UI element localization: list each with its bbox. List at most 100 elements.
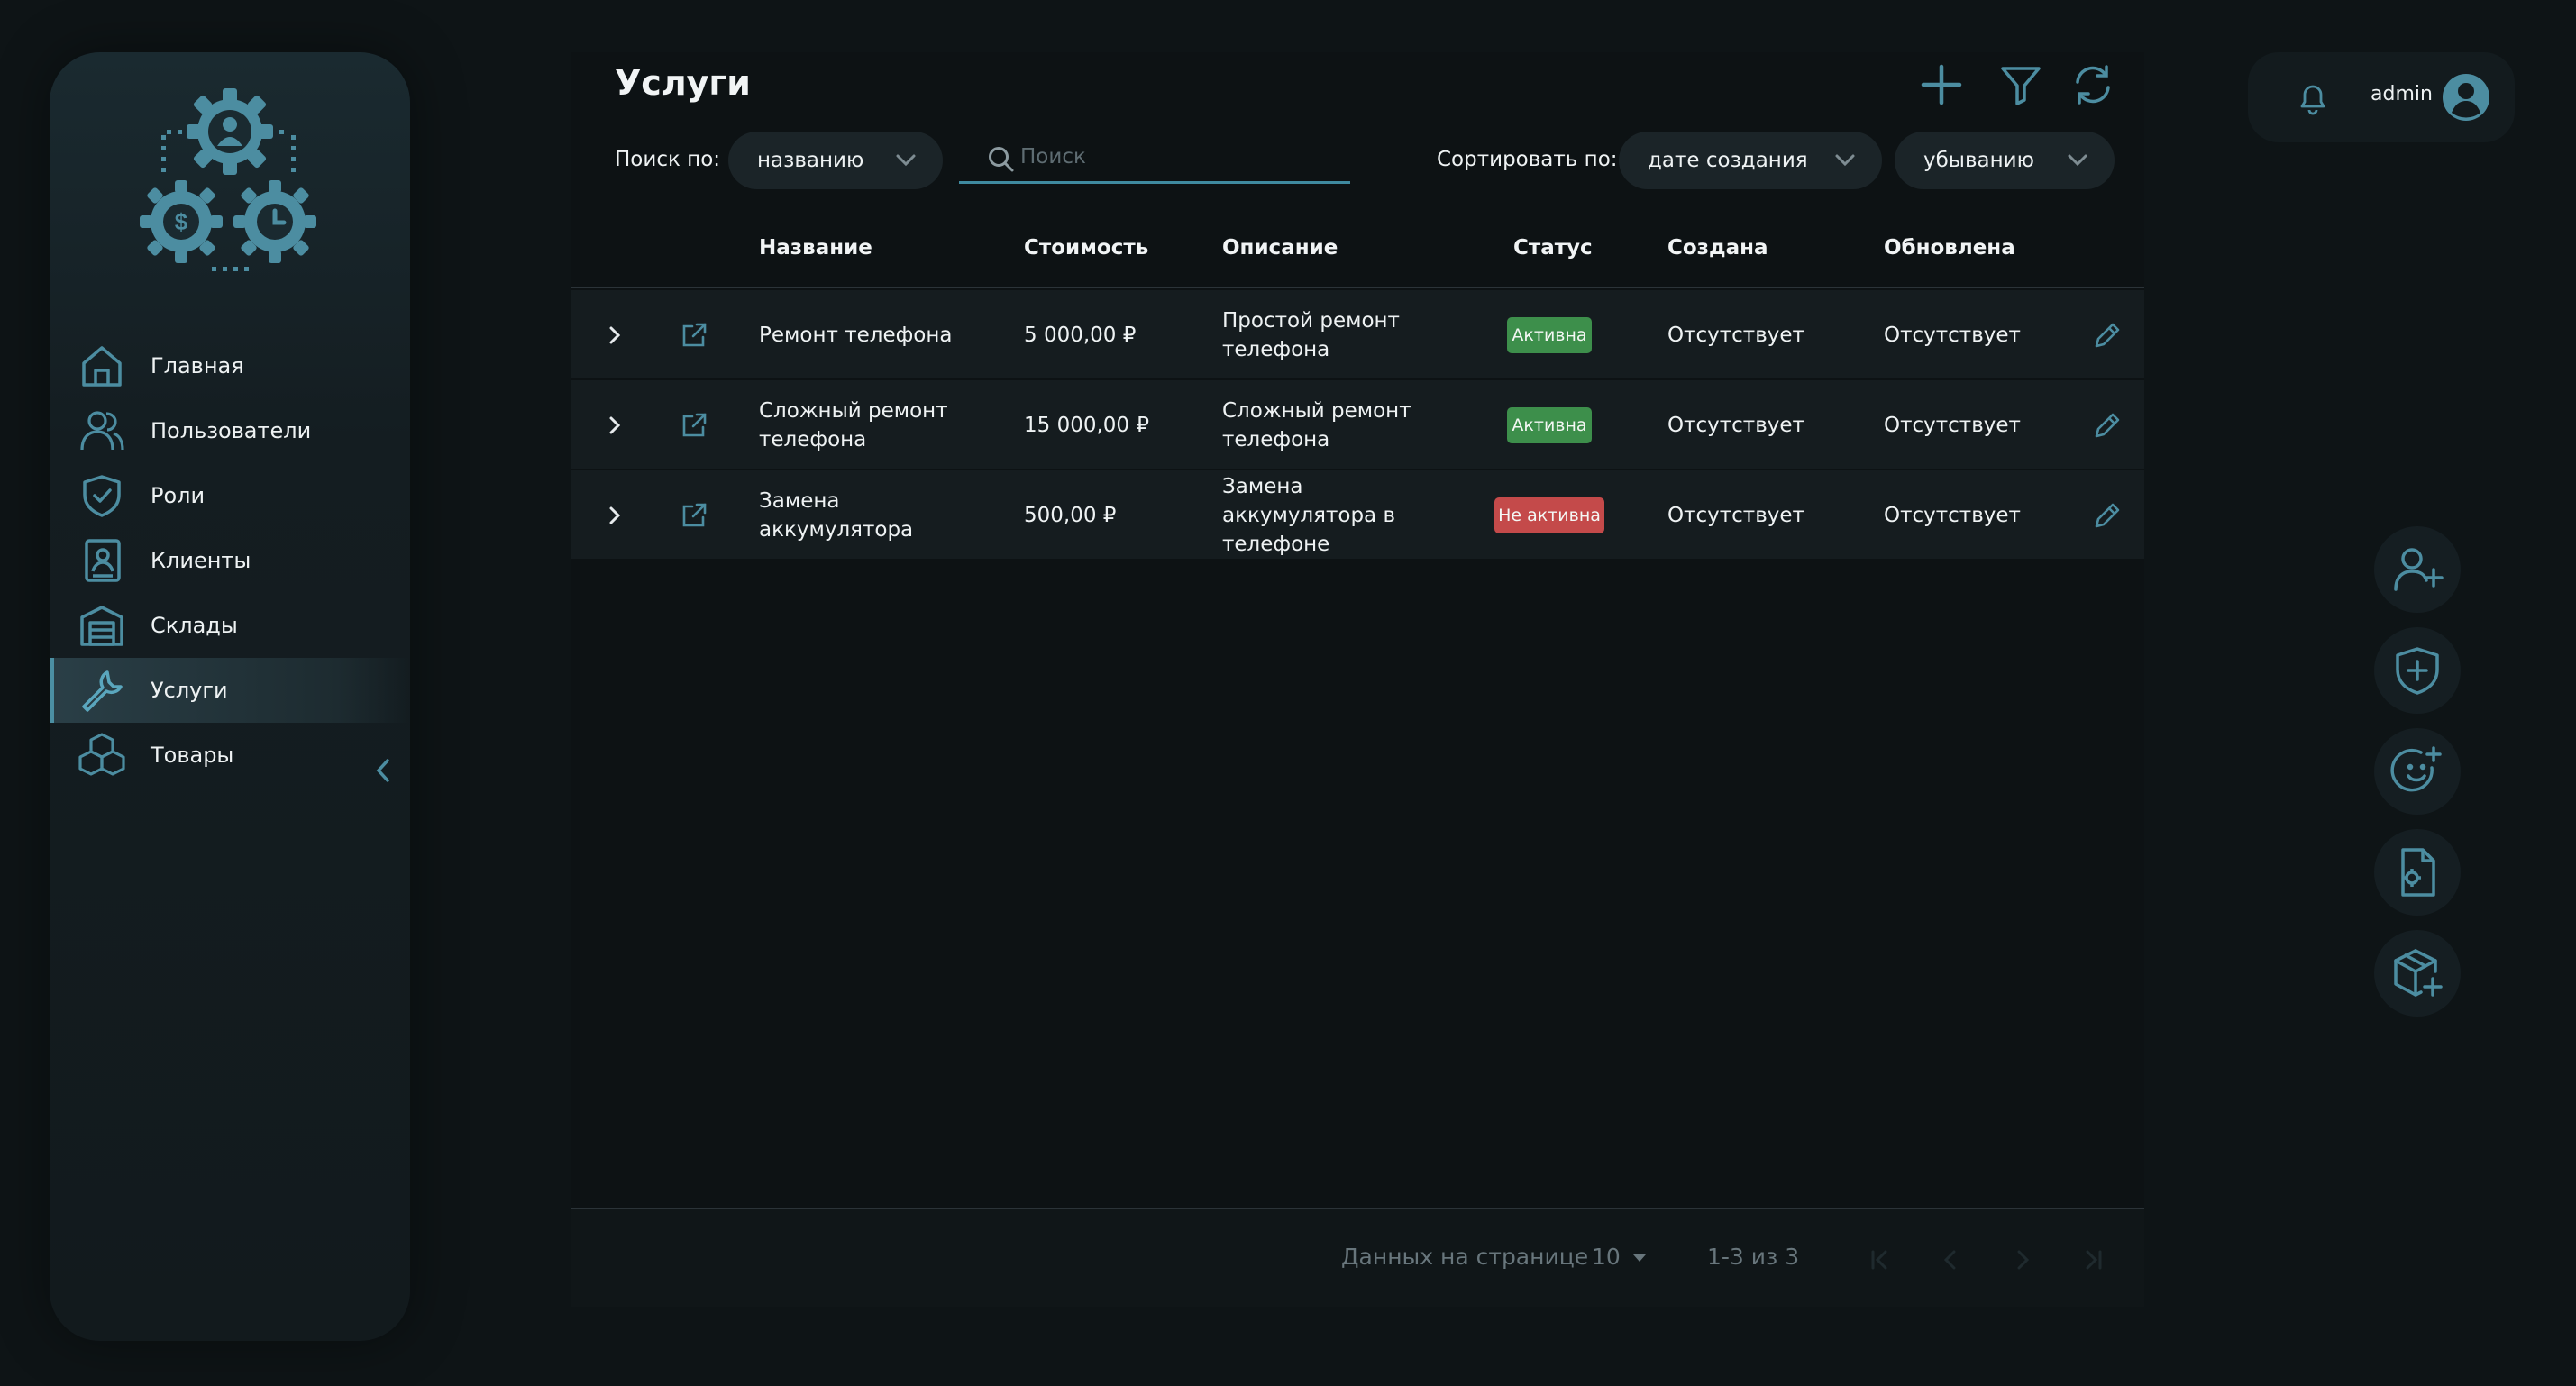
bell-icon	[2300, 85, 2325, 115]
filter-button[interactable]	[1997, 61, 2044, 108]
sidebar-item-clients[interactable]: Клиенты	[50, 528, 410, 593]
sidebar-item-label: Роли	[151, 483, 206, 508]
caret-down-icon	[1632, 1254, 1646, 1262]
pencil-icon	[2095, 413, 2120, 438]
column-header-price[interactable]: Стоимость	[1024, 236, 1148, 260]
add-client-button[interactable]	[2374, 728, 2461, 815]
page-range: 1-3 из 3	[1707, 1244, 1800, 1270]
cell-description: Простой ремонт телефона	[1222, 309, 1400, 361]
chevron-down-icon	[2068, 154, 2087, 167]
cell-name: Замена аккумулятора	[759, 489, 914, 542]
chevron-left-icon	[376, 759, 389, 782]
cell-updated: Отсутствует	[1884, 414, 2021, 437]
sidebar-nav: Главная Пользователи Роли Клиенты Склады	[50, 333, 410, 788]
shield-plus-icon	[2396, 647, 2439, 695]
add-button[interactable]	[1918, 61, 1965, 108]
add-service-button[interactable]	[2374, 829, 2461, 916]
last-page-button[interactable]	[2075, 1242, 2111, 1278]
first-page-button[interactable]	[1862, 1242, 1898, 1278]
edit-row-button[interactable]	[2089, 497, 2125, 533]
chevron-right-icon	[609, 326, 621, 344]
open-external-button[interactable]	[676, 317, 712, 353]
status-badge: Не активна	[1494, 497, 1604, 533]
page-title: Услуги	[615, 63, 751, 103]
column-header-name[interactable]: Название	[759, 236, 872, 260]
sidebar-item-products[interactable]: Товары	[50, 723, 410, 788]
cell-price: 5 000,00 ₽	[1024, 324, 1137, 347]
sidebar-item-label: Услуги	[151, 678, 228, 703]
chevron-down-icon	[896, 154, 916, 167]
user-menu: admin	[2248, 52, 2515, 142]
search-by-label: Поиск по:	[615, 148, 721, 171]
cell-created: Отсутствует	[1667, 414, 1804, 437]
last-page-icon	[2086, 1250, 2102, 1270]
chevron-right-icon	[609, 506, 621, 524]
chevron-right-icon	[609, 416, 621, 434]
shield-check-icon	[78, 472, 125, 519]
avatar[interactable]	[2441, 72, 2491, 126]
add-role-button[interactable]	[2374, 627, 2461, 714]
cell-name: Сложный ремонт телефона	[759, 399, 948, 451]
table-header: Название Стоимость Описание Статус Созда…	[571, 214, 2144, 288]
refresh-button[interactable]	[2069, 61, 2116, 108]
status-badge: Активна	[1507, 407, 1592, 443]
previous-page-button[interactable]	[1932, 1242, 1969, 1278]
rows-per-page-select[interactable]: 10	[1592, 1244, 1651, 1270]
cell-name: Ремонт телефона	[759, 324, 953, 347]
table-row[interactable]: Сложный ремонт телефона 15 000,00 ₽ Сложн…	[571, 380, 2144, 470]
search-by-select[interactable]: названию	[728, 132, 943, 189]
contact-book-icon	[78, 537, 125, 584]
search-by-value: названию	[757, 149, 864, 172]
sort-order-select[interactable]: убыванию	[1895, 132, 2115, 189]
edit-row-button[interactable]	[2089, 317, 2125, 353]
smile-plus-icon	[2390, 746, 2442, 792]
wrench-icon	[78, 667, 125, 714]
box-plus-icon	[2394, 949, 2443, 997]
services-panel: Услуги Поиск по: названию Поиск Сортиров…	[571, 52, 2144, 1307]
expand-row-button[interactable]	[597, 497, 633, 533]
add-product-button[interactable]	[2374, 930, 2461, 1017]
filter-bar: Поиск по: названию Поиск Сортировать по:…	[615, 132, 2115, 189]
sort-order-value: убыванию	[1923, 149, 2034, 172]
sidebar-item-users[interactable]: Пользователи	[50, 398, 410, 463]
pencil-icon	[2095, 323, 2120, 348]
next-page-button[interactable]	[2005, 1242, 2041, 1278]
svg-text:$: $	[175, 208, 188, 235]
table-row[interactable]: Замена аккумулятора 500,00 ₽ Замена аккуму…	[571, 470, 2144, 561]
sidebar-item-home[interactable]: Главная	[50, 333, 410, 398]
first-page-icon	[1871, 1250, 1887, 1270]
expand-row-button[interactable]	[597, 407, 633, 443]
collapse-sidebar-button[interactable]	[370, 757, 397, 784]
cell-created: Отсутствует	[1667, 504, 1804, 527]
notifications-button[interactable]	[2295, 79, 2331, 119]
expand-row-button[interactable]	[597, 317, 633, 353]
user-plus-icon	[2394, 548, 2444, 591]
home-icon	[78, 342, 125, 389]
column-header-description[interactable]: Описание	[1222, 236, 1338, 260]
sidebar-item-label: Клиенты	[151, 548, 251, 573]
sidebar-item-services[interactable]: Услуги	[50, 658, 410, 723]
rows-per-page-label: Данных на странице	[1341, 1244, 1589, 1270]
sidebar-item-label: Склады	[151, 613, 238, 638]
add-user-button[interactable]	[2374, 526, 2461, 613]
cell-created: Отсутствует	[1667, 324, 1804, 347]
filter-icon	[2001, 67, 2041, 105]
open-external-button[interactable]	[676, 497, 712, 533]
column-header-updated[interactable]: Обновлена	[1884, 236, 2015, 260]
edit-row-button[interactable]	[2089, 407, 2125, 443]
cell-description: Замена аккумулятора в телефоне	[1222, 475, 1396, 556]
open-external-button[interactable]	[676, 407, 712, 443]
sort-by-select[interactable]: дате создания	[1619, 132, 1882, 189]
username: admin	[2370, 83, 2433, 105]
search-input[interactable]: Поиск	[959, 132, 1350, 184]
refresh-icon	[2076, 65, 2110, 105]
sidebar-item-roles[interactable]: Роли	[50, 463, 410, 528]
app-logo: $	[140, 87, 338, 285]
sort-by-label: Сортировать по:	[1437, 148, 1618, 171]
cell-price: 15 000,00 ₽	[1024, 414, 1149, 437]
sidebar-item-warehouses[interactable]: Склады	[50, 593, 410, 658]
table-row[interactable]: Ремонт телефона 5 000,00 ₽ Простой ремон…	[571, 290, 2144, 380]
cubes-icon	[78, 732, 125, 779]
column-header-status[interactable]: Статус	[1513, 236, 1593, 260]
column-header-created[interactable]: Создана	[1667, 236, 1768, 260]
